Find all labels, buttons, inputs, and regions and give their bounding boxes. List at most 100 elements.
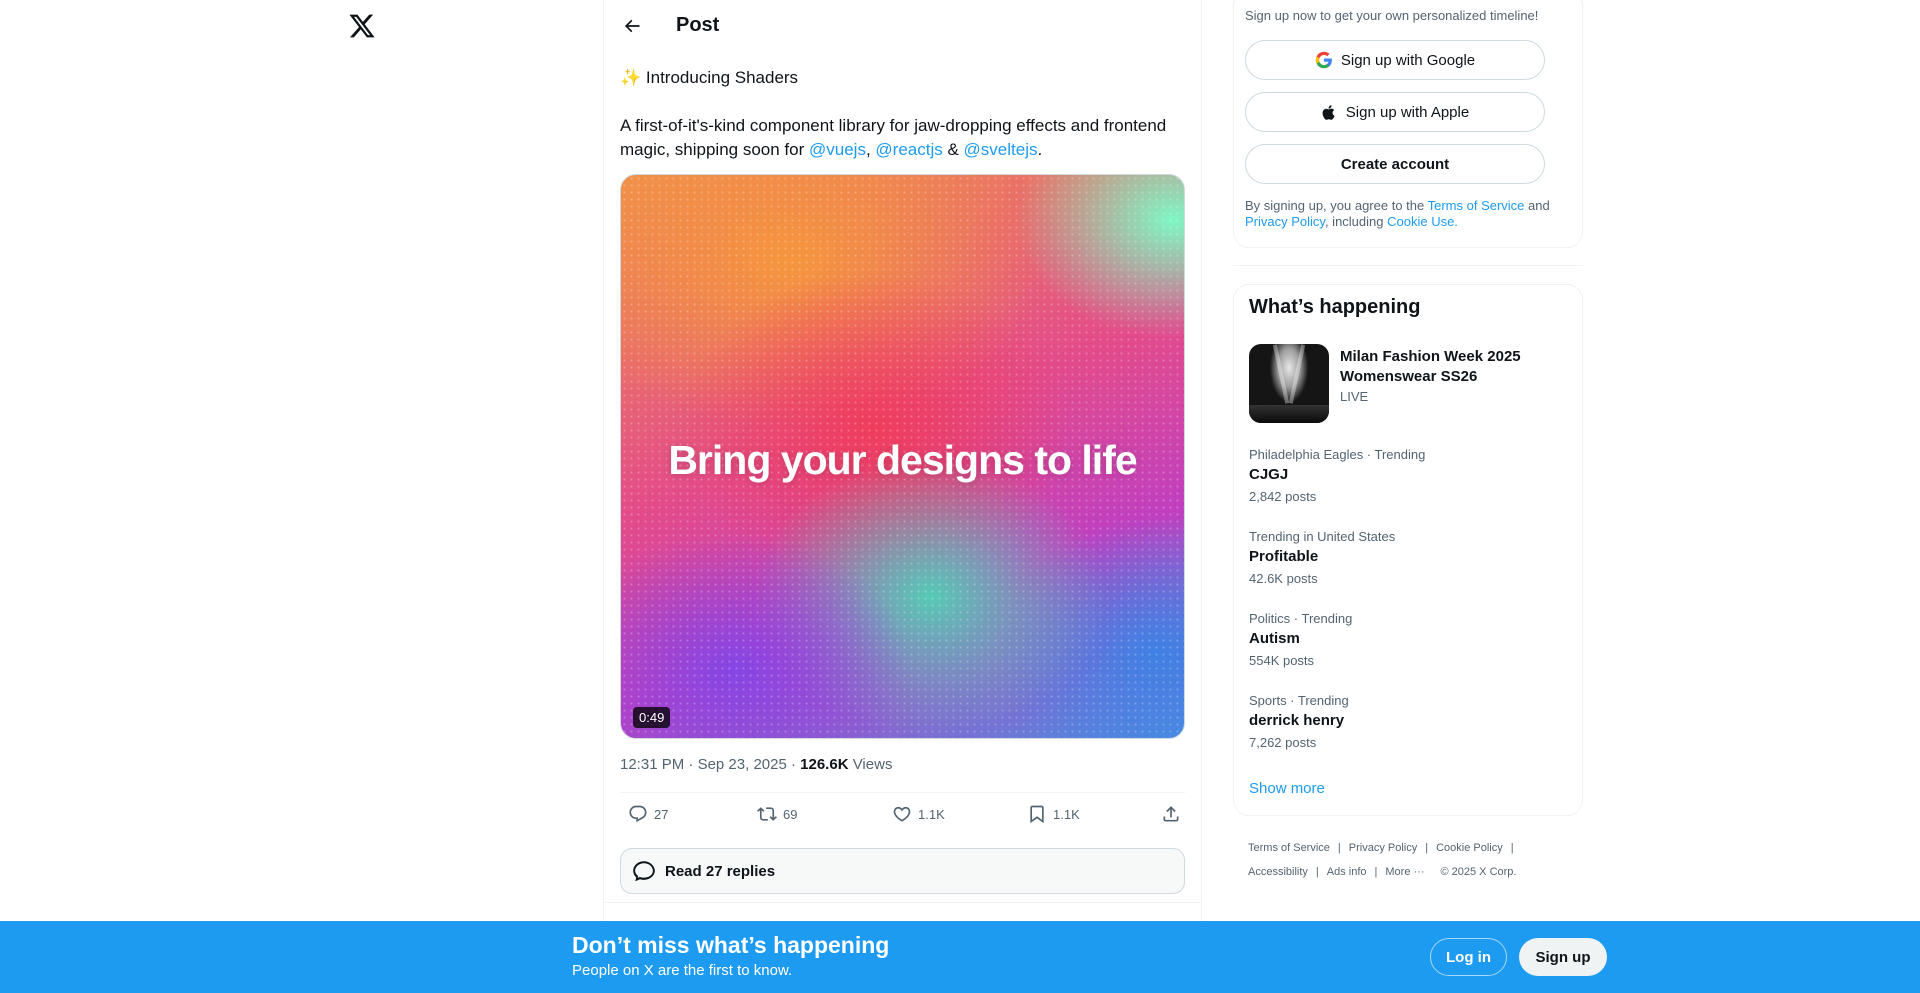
like-button[interactable]: 1.1K: [892, 804, 945, 824]
light-beam: [1288, 344, 1306, 404]
post-time[interactable]: 12:31 PM: [620, 756, 684, 773]
trend-category: Politics · Trending: [1249, 611, 1353, 626]
heart-icon: [893, 806, 911, 822]
show-more-link[interactable]: Show more: [1249, 780, 1325, 797]
footer-copyright: © 2025 X Corp.: [1440, 866, 1517, 878]
footer-row: Terms of Service | Privacy Policy | Cookie P…: [1248, 836, 1588, 860]
post-date[interactable]: Sep 23, 2025: [698, 756, 787, 773]
footer-cookie-link[interactable]: Cookie Policy: [1436, 842, 1503, 854]
footer-sep: |: [1315, 866, 1319, 878]
page-title: Post: [676, 14, 720, 36]
mention-link[interactable]: @vuejs: [809, 140, 866, 159]
footer-sep: |: [1510, 842, 1514, 854]
trend-count: 2,842 posts: [1249, 489, 1317, 504]
arrow-left-icon: [624, 19, 640, 33]
bookmark-count: 1.1K: [1053, 806, 1080, 822]
post-actions: 27 69 1.1K 1.1K: [620, 794, 1185, 838]
reply-button[interactable]: 27: [628, 804, 668, 824]
x-logo-icon[interactable]: [348, 12, 376, 40]
live-event-thumbnail[interactable]: [1249, 344, 1329, 423]
like-count: 1.1K: [918, 806, 945, 822]
apple-signup-button[interactable]: Sign up with Apple: [1245, 92, 1545, 132]
trend-category: Philadelphia Eagles · Trending: [1249, 447, 1426, 462]
legal-text-part: By signing up, you agree to the: [1245, 198, 1428, 213]
trend-name: CJGJ: [1249, 466, 1289, 483]
read-replies-button[interactable]: Read 27 replies: [620, 848, 1185, 894]
main-column: ⠀ Post ✨ Introducing Shaders A first-of-…: [603, 0, 1202, 993]
footer-privacy-link[interactable]: Privacy Policy: [1349, 842, 1417, 854]
divider: [604, 902, 1201, 903]
share-icon: [1163, 806, 1179, 822]
views-count: 126.6K: [800, 756, 849, 773]
trend-item[interactable]: Sports · Trending derrick henry 7,262 po…: [1249, 693, 1569, 751]
trend-item[interactable]: Politics · Trending Autism 554K posts: [1249, 611, 1569, 669]
google-icon: [1315, 51, 1332, 69]
footer-terms-link[interactable]: Terms of Service: [1248, 842, 1330, 854]
google-signup-label: Sign up with Google: [1340, 51, 1476, 69]
post-body-sep: &: [942, 140, 964, 159]
mention-link[interactable]: @sveltejs: [964, 140, 1038, 159]
mention-link[interactable]: @reactjs: [875, 140, 942, 159]
meta-dot: ·: [786, 756, 801, 773]
signup-prompt: Sign up now to get your own personalized…: [1245, 8, 1539, 23]
video-overlay-text: Bring your designs to life: [668, 437, 1137, 483]
footer-sep: |: [1425, 842, 1429, 854]
repost-icon: [757, 807, 777, 821]
reply-icon: [629, 805, 647, 823]
trend-name: Profitable: [1249, 548, 1319, 565]
footer-accessibility-link[interactable]: Accessibility: [1248, 866, 1308, 878]
footer-sep: |: [1337, 842, 1341, 854]
signup-button[interactable]: Sign up: [1519, 938, 1607, 976]
legal-text-part: and: [1524, 198, 1550, 213]
footer-row: Accessibility | Ads info | More ··· © 2025 X …: [1248, 860, 1588, 884]
live-event-title[interactable]: Milan Fashion Week 2025 Womenswear SS26: [1340, 347, 1570, 387]
light-beam: [1272, 344, 1290, 404]
speech-bubble-icon: [633, 861, 655, 882]
signup-banner: Don’t miss what’s happening People on X …: [0, 921, 1920, 993]
trend-count: 554K posts: [1249, 653, 1315, 668]
video-duration-badge: 0:49: [633, 707, 671, 728]
read-replies-label: Read 27 replies: [665, 862, 776, 880]
footer-more-link[interactable]: More ···: [1385, 866, 1424, 878]
sidebar-divider: [1233, 265, 1583, 266]
bookmark-icon: [1030, 805, 1044, 824]
terms-link[interactable]: Terms of Service: [1428, 198, 1525, 213]
footer-links: Terms of Service | Privacy Policy | Cookie P…: [1248, 836, 1588, 884]
login-button[interactable]: Log in: [1430, 938, 1507, 976]
banner-title: Don’t miss what’s happening: [572, 932, 890, 958]
trend-count: 42.6K posts: [1249, 571, 1318, 586]
post-body-sep: ,: [865, 140, 876, 159]
post-title-text: Introducing Shaders: [645, 68, 799, 87]
views-label: Views: [848, 756, 893, 773]
runway-floor: [1249, 405, 1329, 423]
legal-text-part: , including: [1324, 214, 1388, 229]
create-account-label: Create account: [1340, 155, 1450, 173]
footer-ads-link[interactable]: Ads info: [1327, 866, 1367, 878]
create-account-button[interactable]: Create account: [1245, 144, 1545, 184]
trend-item[interactable]: Trending in United States Profitable 42.…: [1249, 529, 1569, 587]
post-video[interactable]: Bring your designs to life 0:49: [620, 174, 1185, 739]
banner-subtitle: People on X are the first to know.: [572, 962, 793, 979]
repost-count: 69: [783, 806, 798, 822]
live-badge: LIVE: [1340, 389, 1369, 404]
post-title: ✨ Introducing Shaders: [620, 66, 798, 90]
footer-sep: |: [1374, 866, 1378, 878]
whats-happening-title: What’s happening: [1249, 296, 1421, 318]
legal-text: By signing up, you agree to the Terms of…: [1245, 198, 1565, 230]
trend-name: derrick henry: [1249, 712, 1345, 729]
repost-button[interactable]: 69: [757, 804, 797, 824]
trend-count: 7,262 posts: [1249, 735, 1317, 750]
bookmark-button[interactable]: 1.1K: [1027, 804, 1080, 824]
apple-icon: [1322, 104, 1335, 120]
back-button[interactable]: [618, 12, 646, 40]
meta-dot: ·: [684, 756, 698, 773]
privacy-link[interactable]: Privacy Policy: [1245, 214, 1325, 229]
trend-name: Autism: [1249, 630, 1300, 647]
divider: [620, 792, 1185, 793]
cookie-use-link[interactable]: Cookie Use.: [1387, 214, 1458, 229]
post-body-end: .: [1037, 140, 1043, 159]
google-signup-button[interactable]: Sign up with Google: [1245, 40, 1545, 80]
share-button[interactable]: [1161, 804, 1181, 824]
trend-category: Sports · Trending: [1249, 693, 1349, 708]
trend-item[interactable]: Philadelphia Eagles · Trending CJGJ 2,84…: [1249, 447, 1569, 505]
